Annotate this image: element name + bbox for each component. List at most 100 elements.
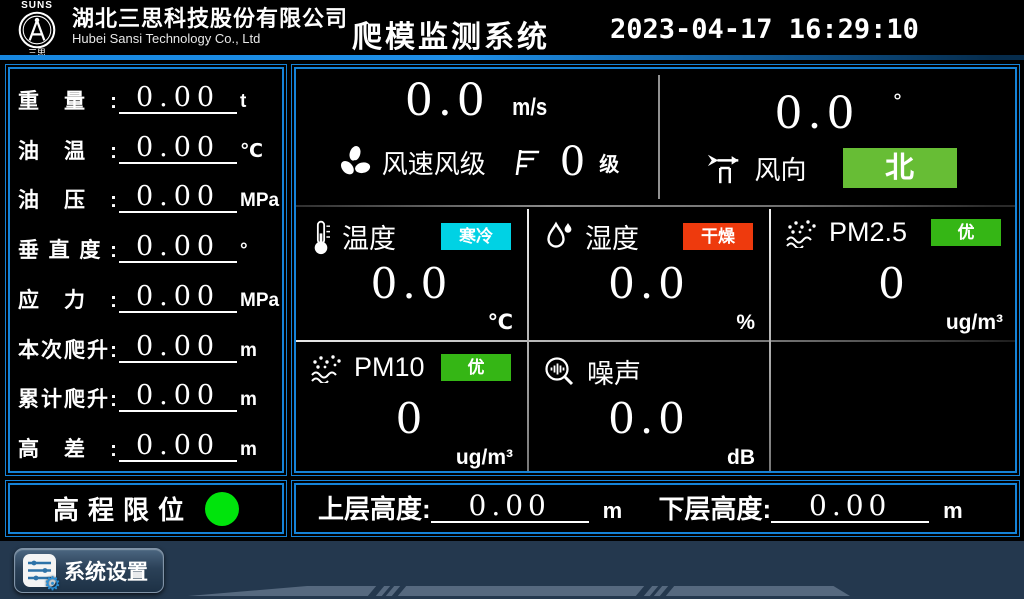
measurement-row-oil-pressure: 油压: 0.00 MPa: [18, 171, 274, 221]
system-settings-button[interactable]: ⚙ 系统设置: [14, 548, 164, 593]
sensor-value: 0.0: [296, 259, 527, 308]
sensor-label: 湿度: [585, 217, 639, 256]
header: SUNS 三思 湖北三思科技股份有限公司 Hubei Sansi Technol…: [0, 0, 1024, 55]
wind-level-unit: 级: [599, 148, 619, 177]
wind-direction-unit: °: [892, 89, 902, 113]
measurement-value: 0.00: [119, 133, 237, 164]
measurement-unit: m: [240, 440, 274, 460]
measurement-value: 0.00: [119, 83, 237, 114]
wind-direction-label: 风向: [754, 150, 806, 187]
sensor-unit: dB: [727, 446, 755, 470]
page-title: 爬模监测系统: [352, 12, 550, 56]
wind-divider: [658, 75, 660, 199]
upper-height-label: 上层高度:: [318, 495, 431, 523]
lower-height-value: 0.00: [771, 491, 929, 523]
lower-height-label: 下层高度:: [659, 495, 772, 523]
sensor-unit: %: [736, 311, 755, 335]
wind-speed-value: 0.0: [405, 75, 490, 126]
measurement-unit: MPa: [240, 291, 274, 311]
measurement-unit: °: [240, 241, 274, 261]
sensor-cell-noise: 噪声 0.0 dB: [529, 342, 769, 476]
company-logo: SUNS 三思: [8, 1, 66, 58]
humidity-status-badge: 干燥: [683, 223, 753, 250]
taskbar: ⚙ 系统设置: [0, 541, 1024, 599]
sensor-label: PM2.5: [829, 217, 907, 248]
droplet-icon: [543, 220, 575, 254]
measurement-value: 0.00: [119, 282, 237, 313]
wind-level-icon: [512, 146, 542, 178]
wind-direction-value-line: 0.0 °: [661, 77, 1016, 138]
header-divider: [0, 55, 1024, 60]
measurement-unit: MPa: [240, 191, 274, 211]
sensor-value: 0: [296, 394, 527, 443]
wind-speed-value-line: 0.0 m/s: [296, 77, 659, 132]
settings-sliders-icon: ⚙: [23, 554, 56, 587]
sensor-label: PM10: [354, 352, 425, 383]
measurement-row-current-climb: 本次爬升: 0.00 m: [18, 320, 274, 370]
upper-height-unit: m: [603, 499, 623, 523]
measurement-row-weight: 重量: 0.00 t: [18, 71, 274, 121]
company-name-en: Hubei Sansi Technology Co., Ltd: [72, 31, 348, 47]
dust-icon: [785, 218, 819, 248]
sensor-unit: ug/m³: [456, 446, 513, 470]
sensor-label: 噪声: [587, 352, 641, 391]
measurement-label: 重量:: [18, 90, 117, 114]
sensor-label: 温度: [342, 217, 396, 256]
sensor-value: 0.0: [529, 394, 769, 443]
taskbar-stripe-decoration: [188, 586, 850, 596]
measurement-unit: t: [240, 92, 274, 112]
wind-speed-unit: m/s: [512, 84, 547, 132]
measurement-label: 高差:: [18, 438, 117, 462]
measurement-value: 0.00: [119, 431, 237, 462]
measurement-row-height-diff: 高差: 0.00 m: [18, 419, 274, 469]
wind-row: 0.0 m/s 风速风级: [296, 69, 1015, 205]
elevation-limit-status-light: [205, 492, 239, 526]
sensor-value: 0.0: [529, 259, 769, 308]
measurement-row-stress: 应力: 0.00 MPa: [18, 270, 274, 320]
measurement-label: 垂直度:: [18, 239, 117, 263]
suns-logo-icon: [17, 11, 57, 49]
sensor-cell-empty: [771, 342, 1017, 476]
measurement-panel: 重量: 0.00 t 油温: 0.00 ℃ 油压: 0.00 MPa 垂直度: …: [5, 64, 287, 476]
measurement-value: 0.00: [119, 381, 237, 412]
dust-icon: [310, 353, 344, 383]
thermometer-icon: [310, 219, 332, 255]
elevation-limit-box: 高程限位: [5, 480, 287, 537]
layer-height-box: 上层高度: 0.00 m 下层高度: 0.00 m: [291, 480, 1020, 537]
wind-speed-label: 风速风级: [382, 144, 486, 181]
measurement-label: 油压:: [18, 189, 117, 213]
measurement-row-total-climb: 累计爬升: 0.00 m: [18, 370, 274, 420]
measurement-label: 油温:: [18, 140, 117, 164]
sensor-cell-humidity: 湿度 干燥 0.0 %: [529, 207, 769, 341]
measurement-value: 0.00: [119, 332, 237, 363]
temperature-status-badge: 寒冷: [441, 223, 511, 250]
pm10-status-badge: 优: [441, 354, 511, 381]
measurement-label: 本次爬升:: [18, 339, 117, 363]
noise-icon: [543, 355, 577, 389]
sensor-cell-pm25: PM2.5 优 0 ug/m³: [771, 207, 1017, 341]
upper-height-value: 0.00: [431, 491, 589, 523]
measurement-value: 0.00: [119, 232, 237, 263]
wind-vane-icon: [704, 149, 746, 187]
gear-icon: ⚙: [44, 575, 61, 594]
fan-icon: [336, 143, 374, 181]
sensor-value: 0: [771, 259, 1017, 308]
environment-panel: 0.0 m/s 风速风级: [291, 64, 1020, 476]
measurement-label: 应力:: [18, 289, 117, 313]
measurement-unit: m: [240, 390, 274, 410]
company-name-block: 湖北三思科技股份有限公司 Hubei Sansi Technology Co.,…: [72, 6, 348, 47]
wind-level-value: 0: [560, 142, 585, 182]
pm25-status-badge: 优: [931, 219, 1001, 246]
measurement-unit: m: [240, 341, 274, 361]
logo-brand-top: SUNS: [8, 1, 66, 11]
datetime-display: 2023-04-17 16:29:10: [610, 14, 919, 45]
sensor-cell-temperature: 温度 寒冷 0.0 ℃: [296, 207, 527, 341]
upper-height-group: 上层高度: 0.00 m: [318, 491, 659, 523]
settings-button-label: 系统设置: [64, 556, 148, 586]
hmi-screen: SUNS 三思 湖北三思科技股份有限公司 Hubei Sansi Technol…: [0, 0, 1024, 599]
sensor-cell-pm10: PM10 优 0 ug/m³: [296, 342, 527, 476]
elevation-limit-label: 高程限位: [53, 490, 193, 527]
sensor-unit: ug/m³: [946, 311, 1003, 335]
wind-direction-value: 0.0: [775, 88, 860, 139]
lower-height-group: 下层高度: 0.00 m: [659, 491, 1000, 523]
